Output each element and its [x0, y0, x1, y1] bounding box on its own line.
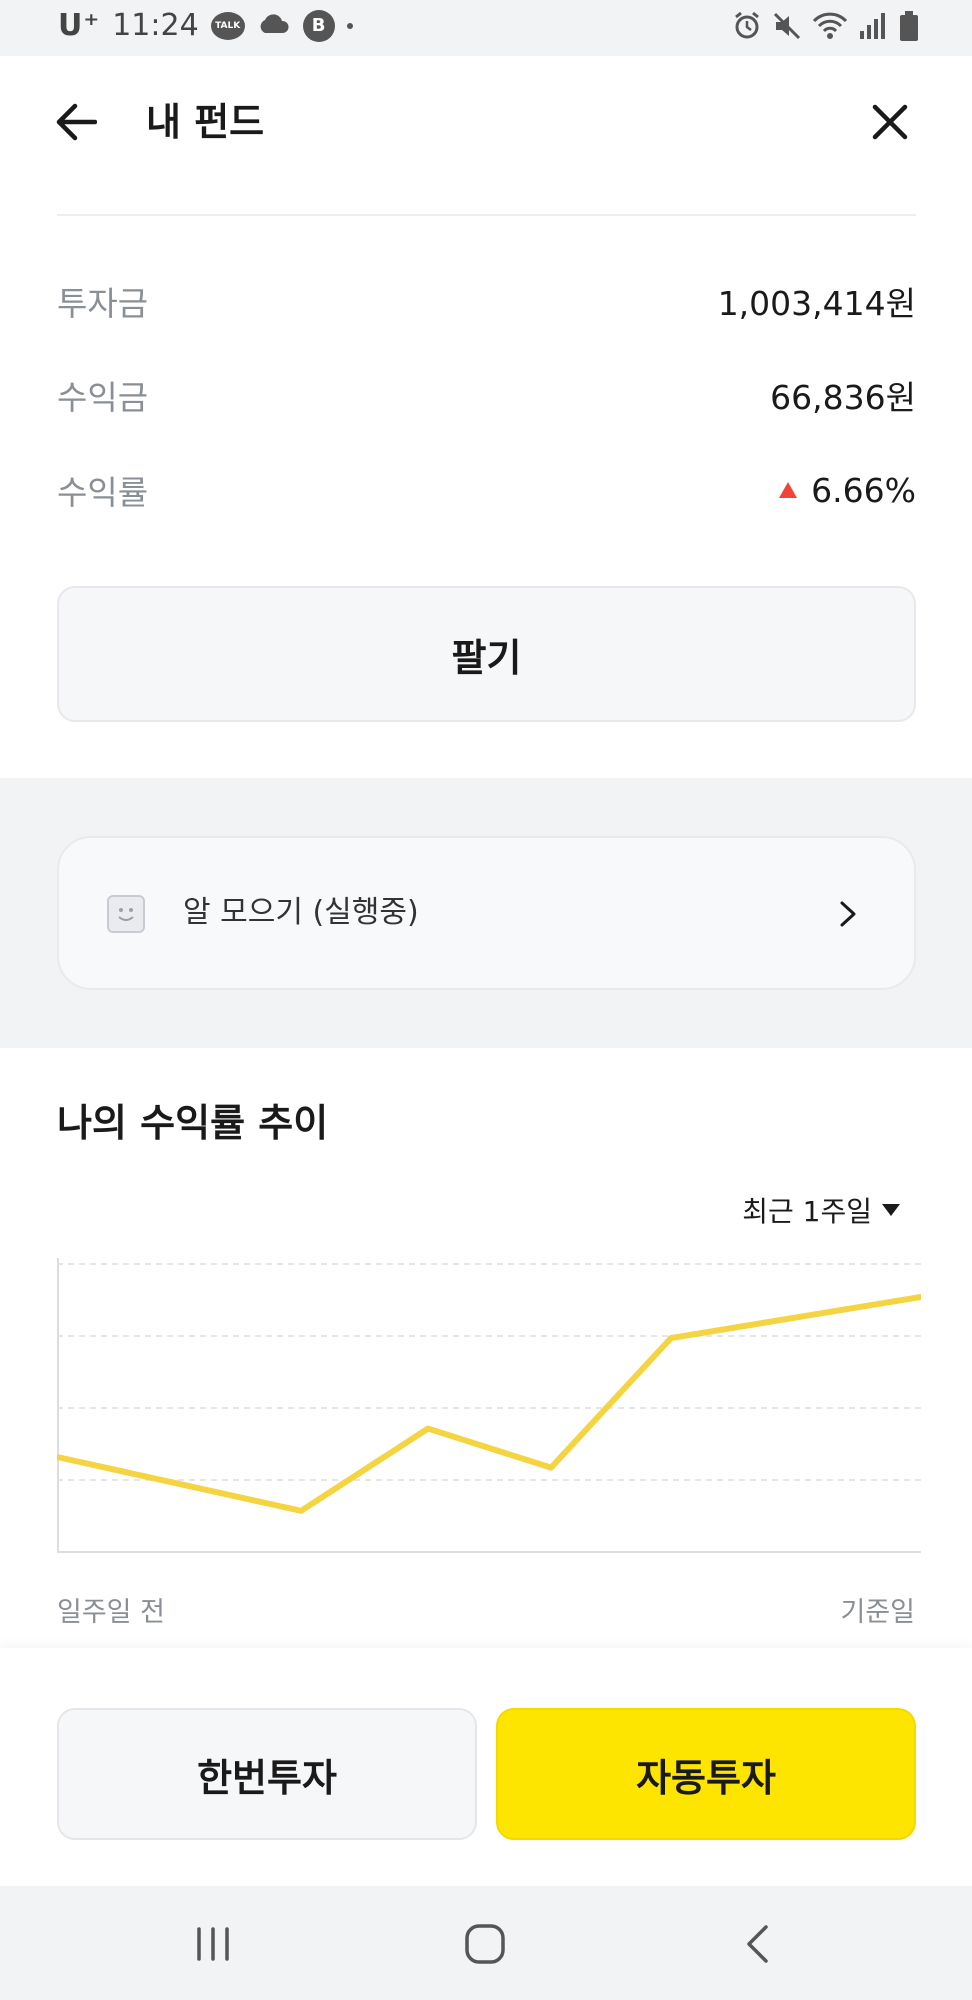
page-title: 내 펀드: [146, 100, 265, 144]
return-rate-label: 수익률: [57, 473, 149, 512]
arrow-left-icon: [56, 103, 97, 141]
investment-label: 투자금: [57, 284, 149, 323]
info-row-profit: 수익금 66,836원: [57, 370, 916, 420]
status-right: [732, 10, 920, 46]
system-back-button[interactable]: [727, 1916, 787, 1972]
chevron-right-icon: [832, 898, 864, 930]
status-bar: U⁺ 11:24 TALK B: [0, 0, 972, 56]
signal-icon: [858, 11, 888, 45]
profit-label: 수익금: [57, 378, 149, 417]
return-trend-chart: [57, 1258, 921, 1553]
battery-icon: [898, 10, 920, 46]
header-divider: [57, 214, 916, 216]
investment-value: 1,003,414원: [717, 284, 916, 323]
chevron-left-icon: [747, 1925, 768, 1963]
header: 내 펀드: [0, 56, 972, 190]
home-button[interactable]: [455, 1916, 515, 1972]
triangle-up-icon: [779, 482, 798, 498]
return-series-line: [57, 1293, 921, 1514]
alarm-icon: [732, 11, 762, 45]
notification-dot-icon: [346, 22, 353, 29]
saving-card[interactable]: 알 모으기 (실행중): [57, 836, 916, 990]
x-axis-end-label: 기준일: [840, 1597, 915, 1628]
status-left: U⁺ 11:24 TALK B: [58, 8, 353, 43]
close-button[interactable]: [866, 98, 914, 146]
info-row-investment: 투자금 1,003,414원: [57, 276, 916, 326]
smile-icon: [107, 895, 145, 933]
info-row-return-rate: 수익률 6.66%: [57, 465, 916, 515]
one-time-invest-button[interactable]: 한번투자: [57, 1708, 477, 1840]
period-dropdown[interactable]: 최근 1주일: [742, 1190, 900, 1230]
sell-button[interactable]: 팔기: [57, 586, 916, 722]
wifi-icon: [812, 11, 848, 45]
cloud-icon: [257, 8, 291, 43]
talk-icon: TALK: [210, 11, 245, 40]
mute-icon: [772, 11, 802, 45]
home-icon: [465, 1924, 505, 1964]
x-axis-start-label: 일주일 전: [57, 1597, 165, 1628]
period-label: 최근 1주일: [742, 1195, 872, 1228]
return-rate-value: 6.66%: [811, 470, 916, 510]
b-icon: B: [302, 9, 335, 42]
chart-section-title: 나의 수익률 추이: [57, 1101, 329, 1145]
system-nav-bar: [0, 1886, 972, 2000]
clock: 11:24: [112, 8, 199, 43]
return-rate-value-group: 6.66%: [779, 471, 916, 510]
bottom-action-bar: 한번투자 자동투자: [0, 1648, 972, 1886]
recent-apps-button[interactable]: [183, 1916, 243, 1972]
carrier-label: U⁺: [58, 8, 101, 43]
close-icon: [872, 104, 908, 140]
saving-label: 알 모으기 (실행중): [183, 895, 419, 930]
recent-apps-icon: [197, 1927, 229, 1961]
auto-invest-button[interactable]: 자동투자: [496, 1708, 916, 1840]
caret-down-icon: [882, 1204, 900, 1216]
profit-value: 66,836원: [770, 378, 916, 417]
back-button[interactable]: [52, 98, 100, 146]
